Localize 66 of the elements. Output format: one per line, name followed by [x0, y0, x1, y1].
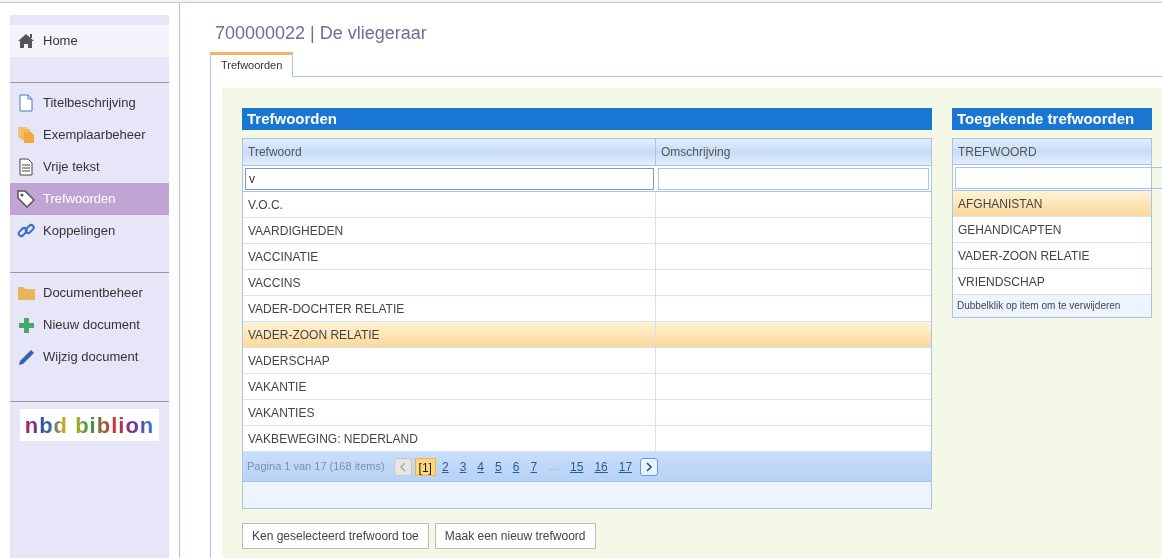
chevron-left-icon: [398, 461, 407, 472]
table-row[interactable]: VADERSCHAP: [243, 348, 931, 374]
link-icon: [17, 222, 35, 240]
page-link[interactable]: 4: [474, 457, 487, 476]
page-link[interactable]: 17: [615, 457, 636, 476]
table-cell: VADERSCHAP: [243, 348, 656, 373]
list-item[interactable]: GEHANDICAPTEN: [953, 217, 1151, 243]
page-icon: [19, 94, 33, 112]
filter-field[interactable]: v: [245, 167, 654, 190]
table-row[interactable]: VACCINATIE: [243, 244, 931, 270]
table-row[interactable]: VADER-ZOON RELATIE: [243, 322, 931, 348]
pager-ellipsis: …: [547, 459, 561, 475]
pager-summary: Pagina 1 van 17 (168 items): [247, 459, 385, 475]
table-row[interactable]: V.O.C.: [243, 192, 931, 218]
panel-header: Trefwoorden: [242, 108, 932, 130]
table-cell: VADER-ZOON RELATIE: [243, 322, 656, 347]
next-page-button[interactable]: [640, 457, 659, 476]
page-link[interactable]: 15: [567, 457, 587, 476]
filter-field[interactable]: [955, 166, 1162, 189]
column-header[interactable]: Trefwoord: [243, 139, 656, 165]
copies-icon: [17, 127, 35, 143]
table-cell: VAKANTIES: [243, 400, 656, 425]
table-cell: VADER-DOCHTER RELATIE: [243, 296, 656, 321]
home-icon: [17, 33, 35, 49]
table-cell: VAARDIGHEDEN: [243, 218, 656, 243]
pencil-icon: [17, 348, 35, 366]
table-row[interactable]: VAKANTIES: [243, 400, 931, 426]
page-link[interactable]: 16: [591, 457, 611, 476]
tab[interactable]: Trefwoorden: [210, 52, 294, 77]
action-button[interactable]: Maak een nieuw trefwoord: [434, 523, 596, 549]
tag-icon: [17, 190, 35, 208]
sidebar-item[interactable]: Documentbeheer: [10, 277, 169, 309]
table-cell: VAKBEWEGING: NEDERLAND: [243, 426, 656, 451]
page-title: 700000022 | De vliegeraar: [214, 22, 428, 45]
page-link[interactable]: 7: [527, 457, 541, 476]
page-link[interactable]: 5: [492, 457, 505, 476]
sidebar-item[interactable]: Titelbeschrijving: [10, 87, 169, 119]
plus-icon: [18, 317, 34, 333]
table-row[interactable]: VAARDIGHEDEN: [243, 218, 931, 244]
text-page-icon: [19, 158, 33, 176]
page-link[interactable]: 6: [509, 457, 523, 476]
panel-header: Toegekende trefwoorden: [952, 108, 1152, 130]
list-item[interactable]: VADER-ZOON RELATIE: [953, 243, 1151, 269]
table-cell: VACCINS: [243, 270, 656, 295]
folder-icon: [17, 286, 35, 300]
table-cell: VAKANTIE: [243, 374, 656, 399]
hint-text: Dubbelklik op item om te verwijderen: [953, 295, 1151, 317]
table-cell: VACCINATIE: [243, 244, 656, 269]
page-link[interactable]: [1]: [414, 457, 436, 476]
table-row[interactable]: VACCINS: [243, 270, 931, 296]
chevron-right-icon: [645, 461, 654, 472]
filter-field[interactable]: [658, 167, 929, 190]
sidebar-item[interactable]: Exemplaarbeheer: [10, 119, 169, 151]
table-cell: V.O.C.: [243, 192, 656, 217]
column-header[interactable]: Omschrijving: [656, 139, 931, 165]
sidebar-item[interactable]: Koppelingen: [10, 215, 169, 247]
sidebar-item[interactable]: Wijzig document: [10, 341, 169, 373]
sidebar-item[interactable]: Home: [10, 25, 169, 57]
list-item[interactable]: AFGHANISTAN: [953, 191, 1151, 217]
column-header[interactable]: TREFWOORD: [953, 139, 1151, 165]
sidebar-item[interactable]: Nieuw document: [10, 309, 169, 341]
page-link[interactable]: 2: [438, 457, 452, 476]
action-button[interactable]: Ken geselecteerd trefwoord toe: [242, 523, 429, 549]
page-link[interactable]: 3: [456, 457, 470, 476]
table-row[interactable]: VAKANTIE: [243, 374, 931, 400]
sidebar-item[interactable]: Vrije tekst: [10, 151, 169, 183]
